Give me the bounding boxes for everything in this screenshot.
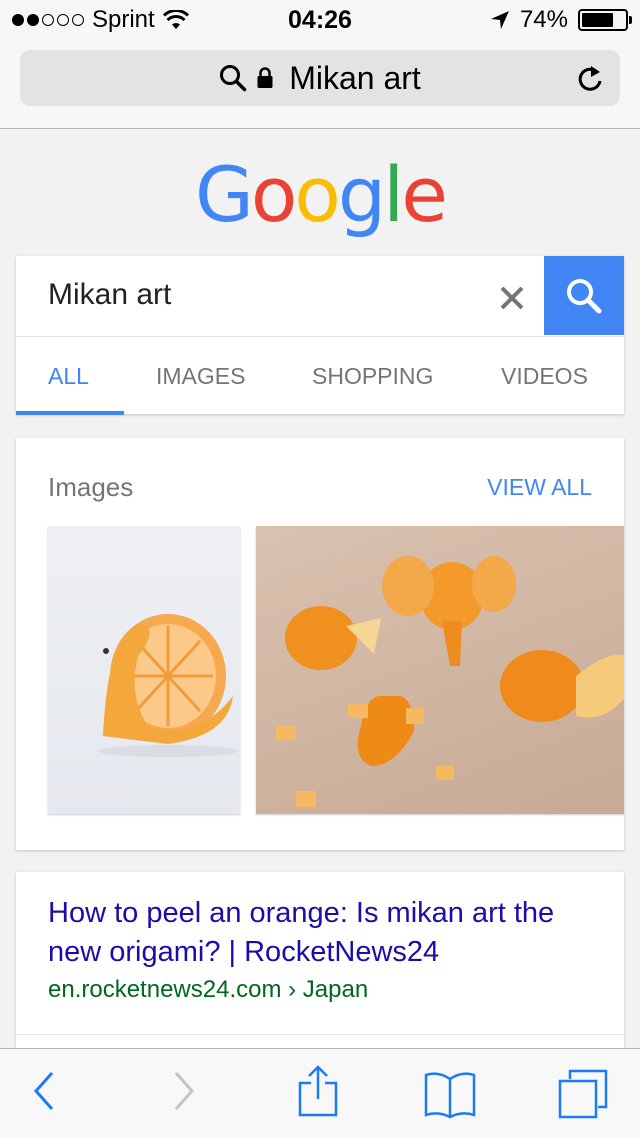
browser-toolbar — [0, 1048, 640, 1137]
divider — [16, 1034, 624, 1035]
url-text: Mikan art — [289, 59, 421, 96]
battery-icon — [578, 9, 632, 31]
logo-letter: l — [383, 150, 404, 239]
image-thumbnail[interactable] — [48, 526, 240, 814]
back-icon[interactable] — [30, 1069, 60, 1113]
browser-address-area: Mikan art — [0, 40, 640, 129]
google-logo: Google — [0, 150, 640, 239]
search-icon — [220, 65, 247, 92]
view-all-link[interactable]: VIEW ALL — [487, 474, 592, 501]
tabs-icon[interactable] — [556, 1067, 610, 1121]
tab-shopping[interactable]: SHOPPING — [312, 363, 433, 390]
result-url: en.rocketnews24.com › Japan — [48, 976, 369, 1003]
result-title-link[interactable]: How to peel an orange: Is mikan art the … — [48, 894, 588, 972]
share-icon[interactable] — [296, 1063, 340, 1119]
logo-letter: o — [250, 150, 297, 239]
forward-icon[interactable] — [168, 1069, 198, 1113]
bookmarks-icon[interactable] — [422, 1069, 478, 1119]
clear-icon[interactable] — [492, 278, 532, 318]
logo-letter: e — [401, 150, 448, 239]
logo-letter: G — [194, 150, 254, 239]
search-tabs: ALL IMAGES SHOPPING VIDEOS — [16, 336, 624, 415]
search-result: How to peel an orange: Is mikan art the … — [16, 872, 624, 1072]
search-icon — [567, 278, 602, 313]
battery-percent: 74% — [519, 6, 568, 33]
images-card: Images VIEW ALL — [16, 438, 624, 850]
reload-icon[interactable] — [576, 64, 604, 94]
search-box: Mikan art ALL IMAGES SHOPPING VIDEOS — [16, 256, 624, 415]
logo-letter: o — [294, 150, 340, 239]
tab-videos[interactable]: VIDEOS — [501, 363, 588, 390]
address-bar[interactable]: Mikan art — [20, 50, 620, 106]
orange-snail-image — [98, 614, 238, 757]
tab-images[interactable]: IMAGES — [156, 363, 245, 390]
status-bar: Sprint 04:26 74% — [0, 0, 640, 40]
search-button[interactable] — [544, 256, 624, 335]
logo-letter: g — [337, 150, 386, 239]
tab-all[interactable]: ALL — [48, 363, 89, 390]
search-input[interactable]: Mikan art — [48, 278, 171, 312]
images-heading: Images — [48, 472, 134, 502]
orange-animals-image — [276, 556, 624, 807]
location-arrow-icon — [490, 11, 509, 29]
image-thumbnail[interactable] — [256, 526, 624, 814]
active-tab-indicator — [16, 411, 124, 415]
lock-icon — [257, 67, 273, 88]
